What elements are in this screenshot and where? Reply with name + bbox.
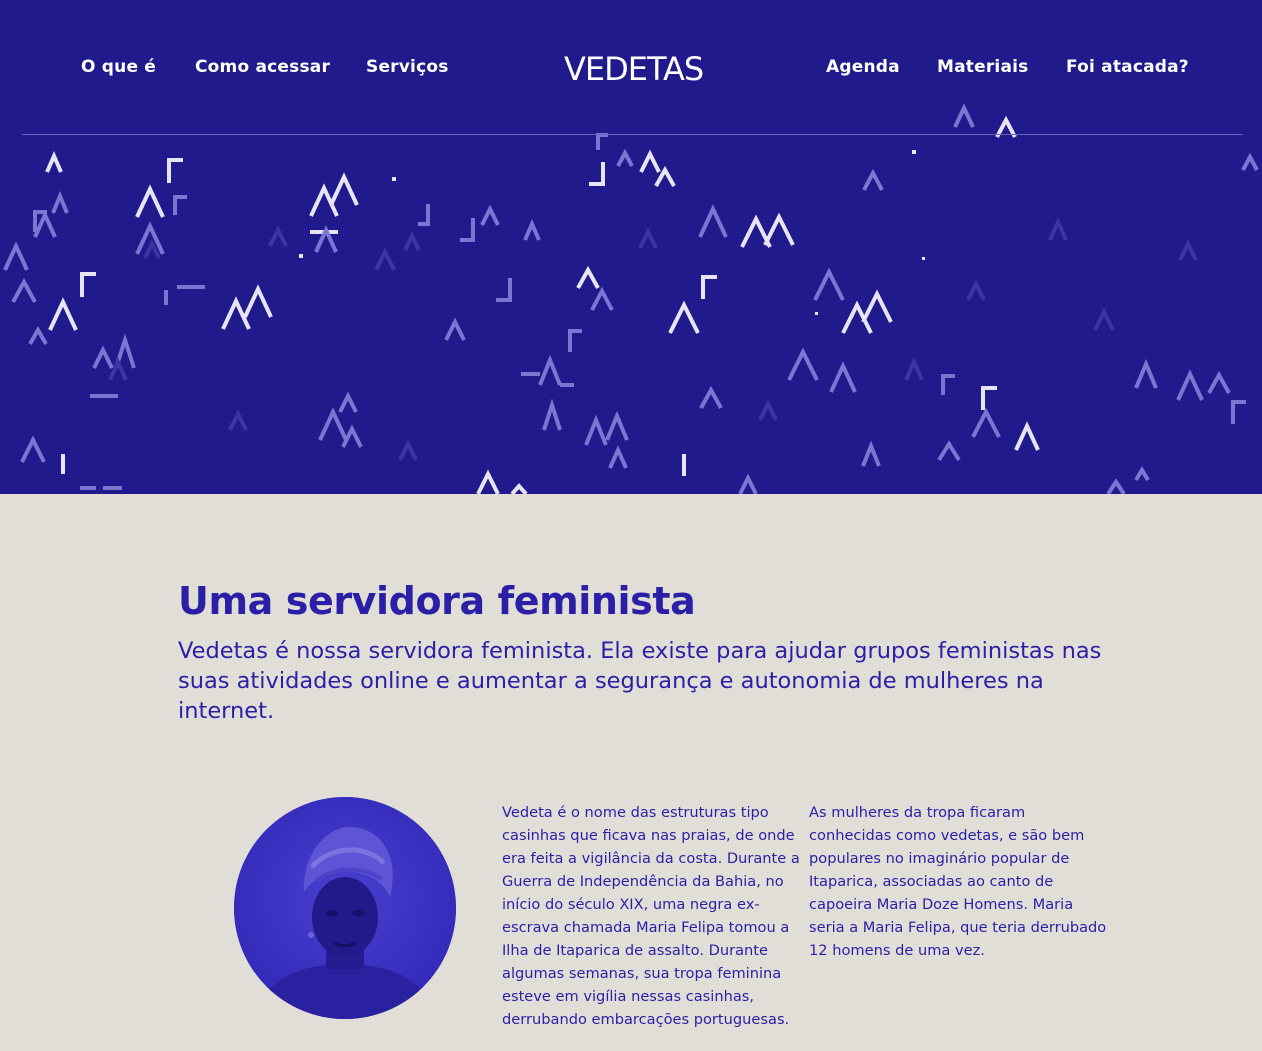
vedetas-logo-icon: VEDETAS xyxy=(564,50,704,88)
nav-item-o-que-e[interactable]: O que é xyxy=(81,57,156,77)
nav-item-foi-atacada[interactable]: Foi atacada? xyxy=(1066,57,1189,77)
portrait-image xyxy=(234,797,456,1019)
page-title: Uma servidora feminista xyxy=(178,579,696,623)
nav-item-como-acessar[interactable]: Como acessar xyxy=(195,57,330,77)
nav-item-agenda[interactable]: Agenda xyxy=(826,57,900,77)
maria-felipa-portrait-icon xyxy=(234,797,456,1019)
hero-banner: O que é Como acessar Serviços VEDETAS Ag… xyxy=(0,0,1262,494)
story-column-2: As mulheres da tropa ficaram conhecidas … xyxy=(809,804,1107,959)
intro-section: Uma servidora feminista Vedetas é nossa … xyxy=(178,578,1118,726)
nav-item-servicos[interactable]: Serviços xyxy=(366,57,449,77)
nav-divider xyxy=(22,134,1243,135)
brand-logo[interactable]: VEDETAS xyxy=(562,50,712,91)
story-column-1: Vedeta é o nome das estruturas tipo casi… xyxy=(502,804,800,1028)
intro-lead: Vedetas é nossa servidora feminista. Ela… xyxy=(178,638,1102,724)
main-navigation: O que é Como acessar Serviços VEDETAS Ag… xyxy=(0,0,1262,135)
nav-item-materiais[interactable]: Materiais xyxy=(937,57,1028,77)
brand-wordmark: VEDETAS xyxy=(564,50,703,86)
